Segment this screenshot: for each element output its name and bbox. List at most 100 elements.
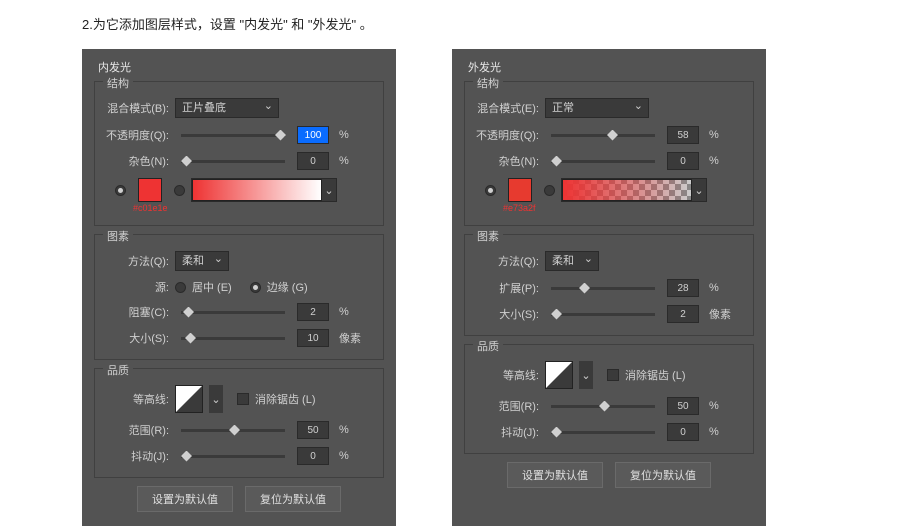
outer-glow-title: 外发光 <box>468 59 754 75</box>
opacity-input[interactable] <box>297 126 329 144</box>
size-label: 大小(S): <box>475 306 539 322</box>
jitter-input[interactable] <box>297 447 329 465</box>
jitter-slider[interactable] <box>181 455 285 458</box>
jitter-slider[interactable] <box>551 431 655 434</box>
elements-title: 图素 <box>103 228 133 244</box>
color-radio[interactable] <box>115 185 126 196</box>
quality-group: 品质 等高线: ⌄ 消除锯齿 (L) 范围(R): % 抖动(J): % <box>464 344 754 454</box>
chevron-down-icon[interactable]: ⌄ <box>692 179 706 201</box>
gradient-picker[interactable]: ⌄ <box>561 178 707 202</box>
pct-unit: % <box>339 424 349 436</box>
blend-mode-label: 混合模式(E): <box>475 100 539 116</box>
pct-unit: % <box>339 129 349 141</box>
blend-mode-label: 混合模式(B): <box>105 100 169 116</box>
noise-input[interactable] <box>667 152 699 170</box>
range-slider[interactable] <box>181 429 285 432</box>
pct-unit: % <box>709 129 719 141</box>
opacity-slider[interactable] <box>551 134 655 137</box>
source-center-label: 居中 (E) <box>192 279 232 295</box>
noise-input[interactable] <box>297 152 329 170</box>
px-unit: 像素 <box>339 330 361 346</box>
chevron-down-icon[interactable]: ⌄ <box>579 361 593 389</box>
gradient-radio[interactable] <box>544 185 555 196</box>
set-default-button[interactable]: 设置为默认值 <box>137 486 233 512</box>
spread-slider[interactable] <box>551 287 655 290</box>
jitter-input[interactable] <box>667 423 699 441</box>
structure-title: 结构 <box>473 75 503 91</box>
source-label: 源: <box>105 279 169 295</box>
source-edge-label: 边缘 (G) <box>267 279 308 295</box>
opacity-input[interactable] <box>667 126 699 144</box>
structure-group: 结构 混合模式(E): 正常 不透明度(Q): % 杂色(N): % ⌄ #e7… <box>464 81 754 226</box>
range-label: 范围(R): <box>105 422 169 438</box>
elements-title: 图素 <box>473 228 503 244</box>
size-slider[interactable] <box>551 313 655 316</box>
opacity-label: 不透明度(Q): <box>105 127 169 143</box>
pct-unit: % <box>709 155 719 167</box>
contour-picker[interactable] <box>175 385 203 413</box>
chevron-down-icon[interactable]: ⌄ <box>209 385 223 413</box>
size-label: 大小(S): <box>105 330 169 346</box>
choke-slider[interactable] <box>181 311 285 314</box>
structure-title: 结构 <box>103 75 133 91</box>
spread-input[interactable] <box>667 279 699 297</box>
elements-group: 图素 方法(Q): 柔和 扩展(P): % 大小(S): 像素 <box>464 234 754 336</box>
pct-unit: % <box>709 282 719 294</box>
technique-select[interactable]: 柔和 <box>545 251 599 271</box>
inner-glow-title: 内发光 <box>98 59 384 75</box>
antialias-checkbox[interactable] <box>607 369 619 381</box>
contour-label: 等高线: <box>475 367 539 383</box>
size-input[interactable] <box>667 305 699 323</box>
jitter-label: 抖动(J): <box>105 448 169 464</box>
size-slider[interactable] <box>181 337 285 340</box>
inner-glow-panel: 内发光 结构 混合模式(B): 正片叠底 不透明度(Q): % 杂色(N): %… <box>82 49 396 526</box>
set-default-button[interactable]: 设置为默认值 <box>507 462 603 488</box>
px-unit: 像素 <box>709 306 731 322</box>
jitter-label: 抖动(J): <box>475 424 539 440</box>
color-radio[interactable] <box>485 185 496 196</box>
outer-glow-panel: 外发光 结构 混合模式(E): 正常 不透明度(Q): % 杂色(N): % ⌄… <box>452 49 766 526</box>
gradient-radio[interactable] <box>174 185 185 196</box>
spread-label: 扩展(P): <box>475 280 539 296</box>
pct-unit: % <box>709 400 719 412</box>
pct-unit: % <box>339 155 349 167</box>
antialias-label: 消除锯齿 (L) <box>255 391 316 407</box>
structure-group: 结构 混合模式(B): 正片叠底 不透明度(Q): % 杂色(N): % ⌄ #… <box>94 81 384 226</box>
range-label: 范围(R): <box>475 398 539 414</box>
technique-label: 方法(Q): <box>105 253 169 269</box>
technique-select[interactable]: 柔和 <box>175 251 229 271</box>
choke-label: 阻塞(C): <box>105 304 169 320</box>
hex-code: #e73a2f <box>503 203 743 213</box>
range-slider[interactable] <box>551 405 655 408</box>
quality-title: 品质 <box>103 362 133 378</box>
pct-unit: % <box>339 450 349 462</box>
reset-default-button[interactable]: 复位为默认值 <box>245 486 341 512</box>
gradient-picker[interactable]: ⌄ <box>191 178 337 202</box>
range-input[interactable] <box>297 421 329 439</box>
size-input[interactable] <box>297 329 329 347</box>
quality-group: 品质 等高线: ⌄ 消除锯齿 (L) 范围(R): % 抖动(J): % <box>94 368 384 478</box>
color-swatch[interactable] <box>508 178 532 202</box>
reset-default-button[interactable]: 复位为默认值 <box>615 462 711 488</box>
noise-label: 杂色(N): <box>475 153 539 169</box>
range-input[interactable] <box>667 397 699 415</box>
contour-picker[interactable] <box>545 361 573 389</box>
opacity-slider[interactable] <box>181 134 285 137</box>
source-center-radio[interactable] <box>175 282 186 293</box>
noise-slider[interactable] <box>551 160 655 163</box>
instruction-text: 2.为它添加图层样式，设置 "内发光" 和 "外发光" 。 <box>0 0 900 49</box>
choke-input[interactable] <box>297 303 329 321</box>
noise-label: 杂色(N): <box>105 153 169 169</box>
quality-title: 品质 <box>473 338 503 354</box>
antialias-checkbox[interactable] <box>237 393 249 405</box>
blend-mode-select[interactable]: 正常 <box>545 98 649 118</box>
antialias-label: 消除锯齿 (L) <box>625 367 686 383</box>
blend-mode-select[interactable]: 正片叠底 <box>175 98 279 118</box>
color-swatch[interactable] <box>138 178 162 202</box>
pct-unit: % <box>709 426 719 438</box>
technique-label: 方法(Q): <box>475 253 539 269</box>
source-edge-radio[interactable] <box>250 282 261 293</box>
chevron-down-icon[interactable]: ⌄ <box>322 179 336 201</box>
hex-code: #c01e1e <box>133 203 373 213</box>
noise-slider[interactable] <box>181 160 285 163</box>
